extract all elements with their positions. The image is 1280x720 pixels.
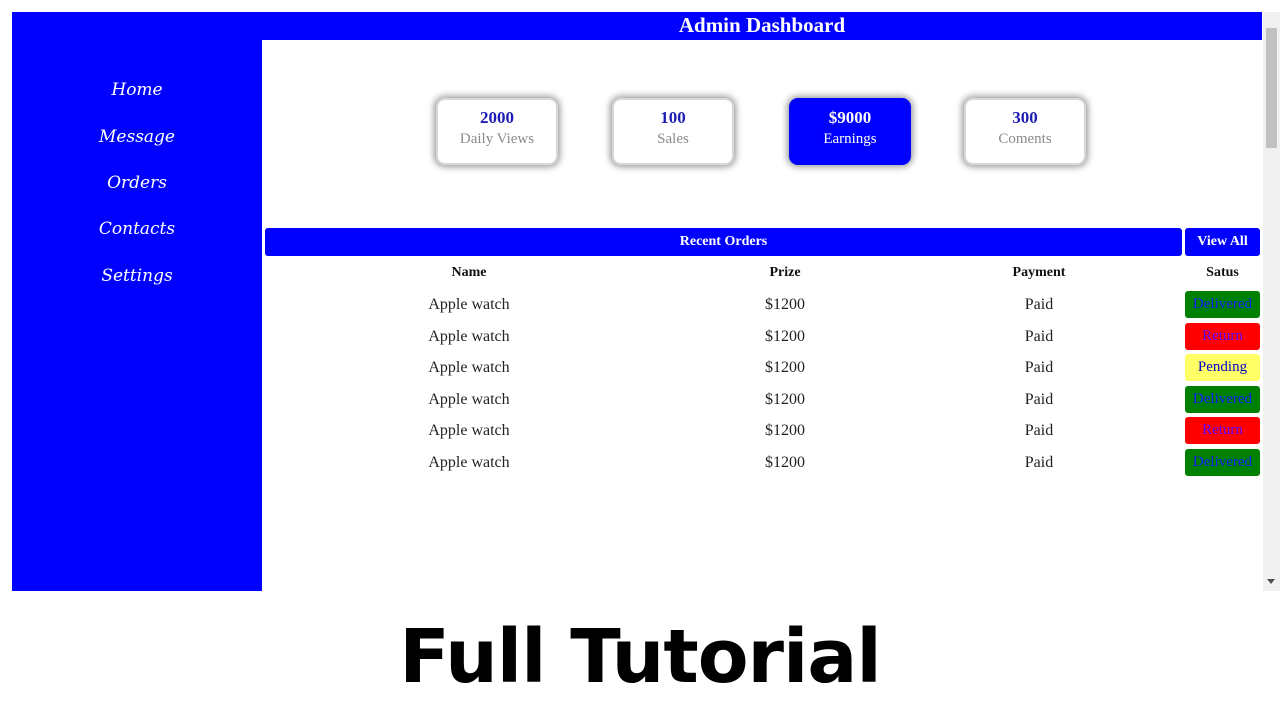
card-value: $9000	[828, 108, 872, 127]
status-badge: Delivered	[1185, 449, 1260, 476]
column-header-prize: Prize	[769, 265, 801, 280]
sidebar-item-orders[interactable]: Orders	[12, 173, 262, 193]
sidebar-item-settings[interactable]: Settings	[12, 266, 262, 286]
column-header-status: Satus	[1206, 265, 1239, 280]
view-all-button[interactable]: View All	[1185, 228, 1260, 256]
order-prize: $1200	[765, 391, 805, 408]
order-prize: $1200	[765, 454, 805, 471]
card-sales[interactable]: 100 Sales	[612, 98, 734, 165]
status-badge: Pending	[1185, 354, 1260, 381]
column-header-name: Name	[451, 265, 487, 280]
order-prize: $1200	[765, 296, 805, 313]
card-value: 300	[1012, 108, 1038, 127]
card-earnings[interactable]: $9000 Earnings	[789, 98, 911, 165]
page-title: Admin Dashboard	[262, 12, 1262, 40]
order-prize: $1200	[765, 422, 805, 439]
status-badge: Return	[1185, 417, 1260, 444]
vertical-scrollbar[interactable]	[1263, 12, 1280, 591]
card-label: Sales	[657, 131, 689, 147]
card-comments[interactable]: 300 Coments	[964, 98, 1086, 165]
order-payment: Paid	[1024, 391, 1054, 408]
order-name: Apple watch	[428, 391, 510, 408]
sidebar-item-message[interactable]: Message	[12, 127, 262, 147]
card-label: Coments	[998, 131, 1052, 147]
dashboard-window: Home Message Orders Contacts Settings Ad…	[12, 12, 1262, 591]
column-header-payment: Payment	[1012, 265, 1066, 280]
tutorial-caption: Full Tutorial	[399, 614, 881, 700]
sidebar-item-home[interactable]: Home	[12, 80, 262, 100]
scrollbar-thumb[interactable]	[1266, 28, 1277, 148]
order-prize: $1200	[765, 328, 805, 345]
order-name: Apple watch	[428, 296, 510, 313]
order-name: Apple watch	[428, 328, 510, 345]
order-prize: $1200	[765, 359, 805, 376]
order-payment: Paid	[1024, 422, 1054, 439]
card-value: 100	[660, 108, 686, 127]
card-daily-views[interactable]: 2000 Daily Views	[436, 98, 558, 165]
order-name: Apple watch	[428, 422, 510, 439]
sidebar-item-contacts[interactable]: Contacts	[12, 219, 262, 239]
scroll-down-arrow-icon[interactable]	[1267, 579, 1275, 584]
order-name: Apple watch	[428, 454, 510, 471]
status-badge: Delivered	[1185, 386, 1260, 413]
status-badge: Delivered	[1185, 291, 1260, 318]
order-payment: Paid	[1024, 296, 1054, 313]
order-payment: Paid	[1024, 454, 1054, 471]
recent-orders-title: Recent Orders	[265, 228, 1182, 256]
order-payment: Paid	[1024, 359, 1054, 376]
card-label: Daily Views	[459, 131, 535, 147]
order-payment: Paid	[1024, 328, 1054, 345]
card-value: 2000	[480, 108, 514, 127]
status-badge: Return	[1185, 323, 1260, 350]
card-label: Earnings	[823, 131, 877, 147]
sidebar: Home Message Orders Contacts Settings	[12, 12, 262, 591]
order-name: Apple watch	[428, 359, 510, 376]
